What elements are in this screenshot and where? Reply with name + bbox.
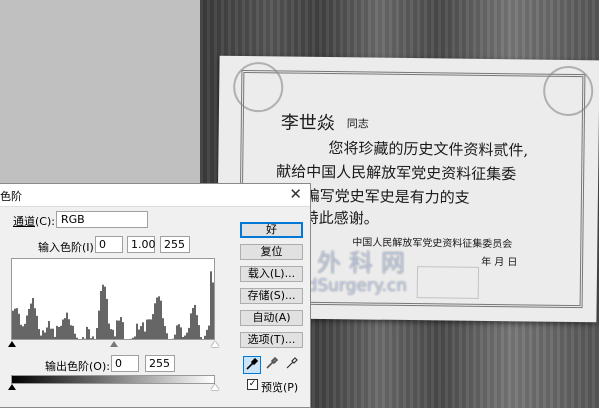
stamp-icon: [416, 266, 480, 299]
black-eyedropper-icon[interactable]: [243, 356, 261, 374]
output-white-field[interactable]: 255: [145, 355, 175, 372]
output-black-field[interactable]: 0: [111, 355, 139, 372]
input-levels-label: 输入色阶(I):: [38, 239, 98, 255]
levels-dialog: 色阶 ✕ 通道(C): RGB ⌵ 输入色阶(I): 0 1.00 255 输出…: [0, 183, 311, 408]
input-black-slider[interactable]: [8, 341, 16, 347]
output-white-slider[interactable]: [211, 384, 219, 390]
histogram: [11, 258, 215, 340]
ok-button[interactable]: 好: [240, 222, 303, 238]
channel-label-text: 通道: [13, 215, 35, 228]
channel-select[interactable]: RGB ⌵: [56, 211, 148, 228]
dialog-titlebar[interactable]: 色阶 ✕: [0, 184, 310, 207]
input-levels-text: 输入色阶: [38, 241, 82, 254]
certificate-name: 李世焱: [280, 112, 335, 135]
certificate-line: 特此感谢。: [303, 208, 379, 228]
certificate-line: 献给中国人民解放军党史资料征集委: [276, 162, 517, 184]
auto-button[interactable]: 自动(A): [240, 310, 303, 326]
certificate-line: 您将珍藏的历史文件资料贰件,: [328, 139, 529, 160]
output-levels-label: 输出色阶(O):: [45, 358, 110, 374]
reset-button[interactable]: 复位: [240, 244, 303, 260]
output-levels-key: (O):: [89, 360, 110, 373]
white-eyedropper-icon[interactable]: [283, 356, 301, 374]
certificate-salutation: 同志: [346, 117, 369, 131]
gray-eyedropper-icon[interactable]: [263, 356, 281, 374]
input-gamma-slider[interactable]: [110, 341, 118, 347]
input-black-field[interactable]: 0: [95, 236, 123, 253]
input-white-slider[interactable]: [211, 341, 219, 347]
channel-key: (C):: [35, 215, 55, 228]
input-white-field[interactable]: 255: [160, 236, 190, 253]
output-black-slider[interactable]: [8, 384, 16, 390]
preview-label: 预览(P): [261, 381, 299, 394]
ornament-icon: [542, 65, 594, 117]
histogram-graph: [12, 271, 214, 339]
certificate-org: 中国人民解放军党史资料征集委员会: [352, 237, 513, 251]
dialog-title: 色阶: [0, 190, 22, 203]
save-button[interactable]: 存储(S)...: [240, 288, 303, 304]
load-button[interactable]: 载入(L)...: [240, 266, 303, 282]
options-button[interactable]: 选项(T)...: [240, 332, 303, 348]
output-levels-text: 输出色阶: [45, 360, 89, 373]
close-icon[interactable]: ✕: [289, 185, 302, 203]
preview-checkbox[interactable]: ✓: [247, 379, 258, 390]
input-gamma-field[interactable]: 1.00: [127, 236, 156, 253]
chevron-down-icon: ⌵: [61, 212, 69, 223]
certificate-date: 年 月 日: [481, 256, 518, 269]
output-gradient: [11, 375, 215, 384]
channel-label: 通道(C):: [13, 213, 55, 229]
